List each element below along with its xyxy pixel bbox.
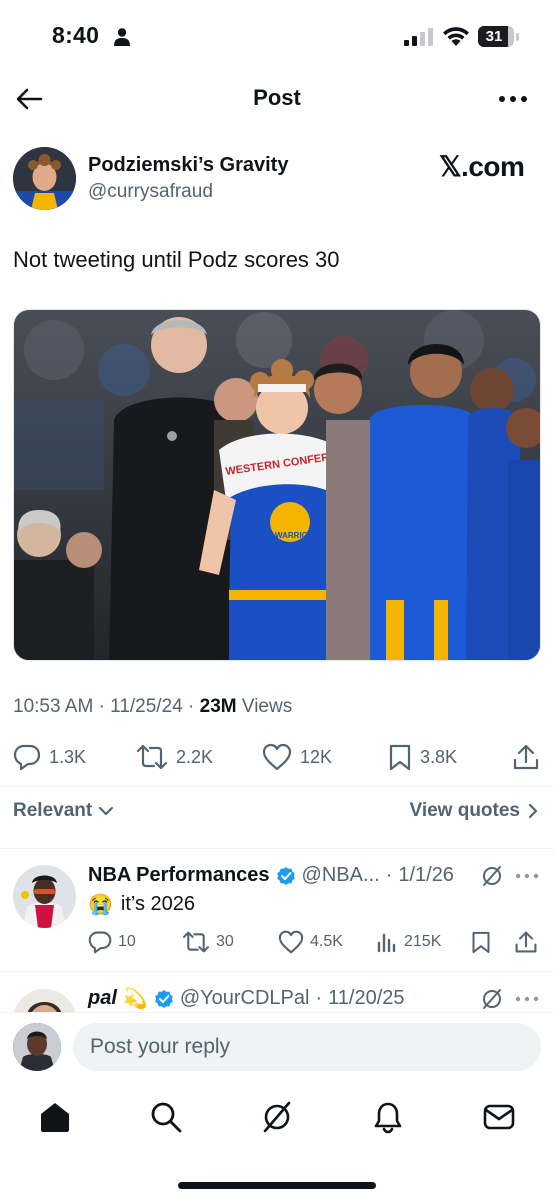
bookmark-action[interactable]: 3.8K	[388, 740, 457, 774]
reply-avatar[interactable]	[13, 865, 76, 928]
reply-views-action[interactable]: 215K	[376, 929, 441, 955]
like-count: 12K	[300, 746, 333, 767]
reply-reply-count: 10	[118, 933, 136, 950]
reply-like-action[interactable]: 4.5K	[278, 929, 343, 955]
reply-header: NBA Performances @NBA... · 1/1/26	[88, 864, 454, 887]
sort-label: Relevant	[13, 800, 93, 821]
messages-icon[interactable]	[482, 1100, 516, 1134]
chevron-right-icon	[528, 803, 538, 819]
author-avatar[interactable]	[13, 147, 76, 210]
sort-row: Relevant View quotes	[0, 800, 554, 830]
reply-share-action[interactable]	[514, 929, 538, 955]
reply-item[interactable]: NBA Performances @NBA... · 1/1/26 😭 it’s…	[0, 849, 554, 971]
bookmark-icon	[389, 744, 411, 771]
page-title: Post	[253, 85, 301, 110]
repost-action[interactable]: 2.2K	[136, 740, 213, 774]
reply-author-name[interactable]: pal	[88, 987, 117, 1010]
home-icon[interactable]	[38, 1100, 72, 1134]
battery-level: 31	[485, 28, 503, 45]
heart-icon	[262, 743, 292, 771]
reply-author-handle[interactable]: @NBA...	[302, 864, 380, 887]
reply-author-handle[interactable]: @YourCDLPal	[180, 987, 310, 1010]
chevron-down-icon	[99, 806, 114, 816]
source-label: 𝕏.com	[439, 151, 525, 182]
search-icon[interactable]	[149, 1100, 183, 1134]
person-icon	[114, 28, 130, 46]
reply-count: 1.3K	[49, 746, 87, 767]
more-icon[interactable]	[498, 94, 528, 104]
post-text: Not tweeting until Podz scores 30	[13, 247, 340, 272]
reply-action[interactable]: 1.3K	[13, 740, 86, 774]
wifi-icon	[443, 27, 469, 46]
reply-reply-action[interactable]: 10	[88, 929, 136, 955]
user-avatar[interactable]	[13, 1023, 61, 1071]
views-icon	[377, 933, 396, 953]
post-actions: 1.3K 2.2K 12K 3.8K	[0, 740, 554, 774]
reply-composer: Post your reply	[0, 1012, 554, 1084]
author-handle[interactable]: @currysafraud	[88, 181, 213, 203]
notifications-icon[interactable]	[371, 1100, 405, 1134]
more-icon[interactable]	[515, 872, 539, 880]
tab-bar	[0, 1084, 554, 1199]
reply-icon	[13, 744, 41, 771]
reply-input[interactable]: Post your reply	[73, 1023, 541, 1071]
reply-item[interactable]: pal 💫 @YourCDLPal · 11/20/25	[0, 972, 554, 1012]
verified-badge-icon	[155, 989, 173, 1008]
views-count: 23M	[199, 696, 237, 717]
crying-emoji: 😭	[88, 894, 113, 916]
like-action[interactable]: 12K	[262, 740, 332, 774]
grok-icon[interactable]	[481, 865, 503, 887]
home-indicator	[178, 1182, 376, 1189]
share-icon	[515, 931, 537, 953]
grok-icon[interactable]	[260, 1100, 294, 1134]
reply-actions: 10 30 4.5K 215K	[88, 929, 548, 955]
battery-icon: 31	[478, 26, 514, 47]
signal-icon	[404, 28, 433, 46]
status-time: 8:40	[52, 22, 100, 48]
author-name[interactable]: Podziemski’s Gravity	[88, 154, 288, 177]
share-icon	[513, 744, 539, 770]
heart-icon	[278, 930, 304, 954]
reply-repost-count: 30	[216, 933, 234, 950]
reply-views-count: 215K	[404, 933, 442, 950]
reply-date: 1/1/26	[398, 864, 454, 886]
view-quotes-label: View quotes	[409, 800, 520, 821]
jersey-text: WARRIORS	[275, 531, 320, 540]
grok-icon[interactable]	[481, 988, 503, 1010]
post-meta: 10:53 AM · 11/25/24 · 23M Views	[13, 696, 293, 717]
reply-text: 😭 it’s 2026	[88, 892, 195, 917]
reply-author-name[interactable]: NBA Performances	[88, 864, 270, 887]
view-quotes-link[interactable]: View quotes	[409, 800, 538, 822]
reply-header: pal 💫 @YourCDLPal · 11/20/25	[88, 987, 405, 1010]
repost-icon	[182, 931, 210, 953]
bookmark-count: 3.8K	[420, 746, 458, 767]
post-date: 11/25/24	[110, 696, 183, 717]
share-action[interactable]	[512, 740, 540, 774]
dizzy-emoji: 💫	[122, 988, 148, 1010]
status-bar: 8:40 31	[0, 0, 554, 70]
reply-body: it’s 2026	[120, 893, 196, 915]
sort-dropdown[interactable]: Relevant	[13, 800, 114, 822]
bookmark-icon	[472, 931, 490, 953]
reply-date: 11/20/25	[328, 987, 405, 1009]
views-label: Views	[241, 696, 293, 717]
repost-icon	[136, 744, 168, 770]
repost-count: 2.2K	[176, 746, 214, 767]
reply-bookmark-action[interactable]	[471, 929, 491, 955]
reply-repost-action[interactable]: 30	[182, 929, 234, 955]
more-icon[interactable]	[515, 995, 539, 1003]
post-image[interactable]: WESTERN CONFERENCE WARRIORS	[13, 309, 541, 661]
reply-icon	[88, 931, 112, 954]
verified-badge-icon	[276, 866, 295, 885]
nav-header: Post	[0, 70, 554, 128]
post-time: 10:53 AM	[13, 696, 94, 717]
reply-avatar[interactable]	[13, 989, 76, 1012]
reply-like-count: 4.5K	[310, 933, 343, 950]
